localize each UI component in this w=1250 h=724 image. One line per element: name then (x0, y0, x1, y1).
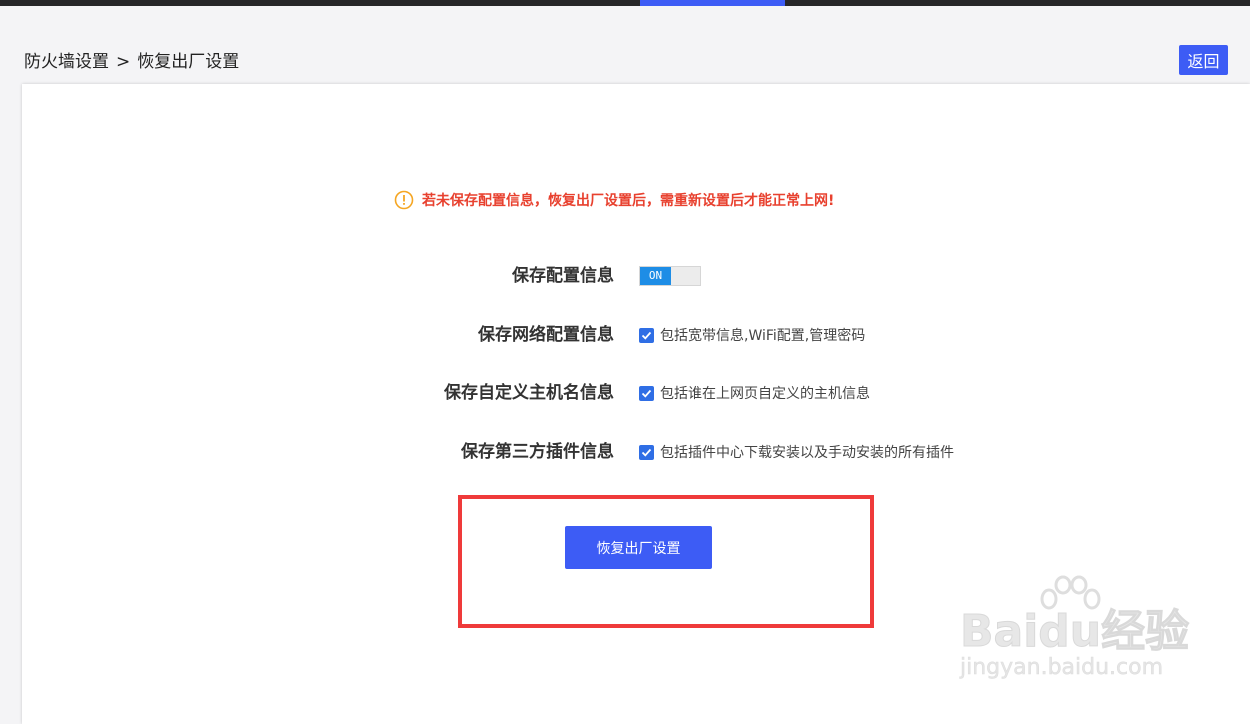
plugins-label: 保存第三方插件信息 (461, 442, 614, 462)
option-row-plugins: 保存第三方插件信息 包括插件中心下载安装以及手动安装的所有插件 (0, 440, 1250, 464)
network-config-checkbox[interactable] (639, 327, 654, 343)
warning-message: 若未保存配置信息，恢复出厂设置后，需重新设置后才能正常上网! (394, 189, 834, 211)
toggle-on-text: ON (640, 267, 671, 285)
option-row-hostname: 保存自定义主机名信息 包括谁在上网页自定义的主机信息 (0, 381, 1250, 405)
checkmark-icon (641, 331, 652, 340)
plugins-checkbox[interactable] (639, 444, 654, 460)
option-row-save-config: 保存配置信息 ON (0, 264, 1250, 288)
option-row-network-config: 保存网络配置信息 包括宽带信息,WiFi配置,管理密码 (0, 323, 1250, 347)
network-config-label: 保存网络配置信息 (478, 325, 614, 345)
active-nav-tab-indicator[interactable] (640, 0, 785, 6)
breadcrumb-separator: > (116, 52, 131, 72)
back-button[interactable]: 返回 (1179, 45, 1228, 75)
hostname-checkbox[interactable] (639, 385, 654, 401)
factory-reset-button[interactable]: 恢复出厂设置 (565, 526, 712, 569)
checkmark-icon (641, 448, 652, 457)
breadcrumb-current: 恢复出厂设置 (137, 52, 240, 72)
network-config-description: 包括宽带信息,WiFi配置,管理密码 (660, 328, 866, 344)
hostname-label: 保存自定义主机名信息 (444, 383, 614, 403)
plugins-description: 包括插件中心下载安装以及手动安装的所有插件 (660, 445, 954, 461)
warning-text: 若未保存配置信息，恢复出厂设置后，需重新设置后才能正常上网! (422, 193, 835, 209)
top-nav-bar (0, 0, 1250, 6)
checkmark-icon (641, 389, 652, 398)
info-circle-icon (394, 190, 414, 210)
breadcrumb: 防火墙设置 > 恢复出厂设置 (24, 47, 239, 72)
hostname-description: 包括谁在上网页自定义的主机信息 (660, 386, 870, 402)
save-config-toggle[interactable]: ON (639, 266, 701, 286)
save-config-label: 保存配置信息 (512, 266, 614, 286)
breadcrumb-parent[interactable]: 防火墙设置 (24, 52, 109, 72)
